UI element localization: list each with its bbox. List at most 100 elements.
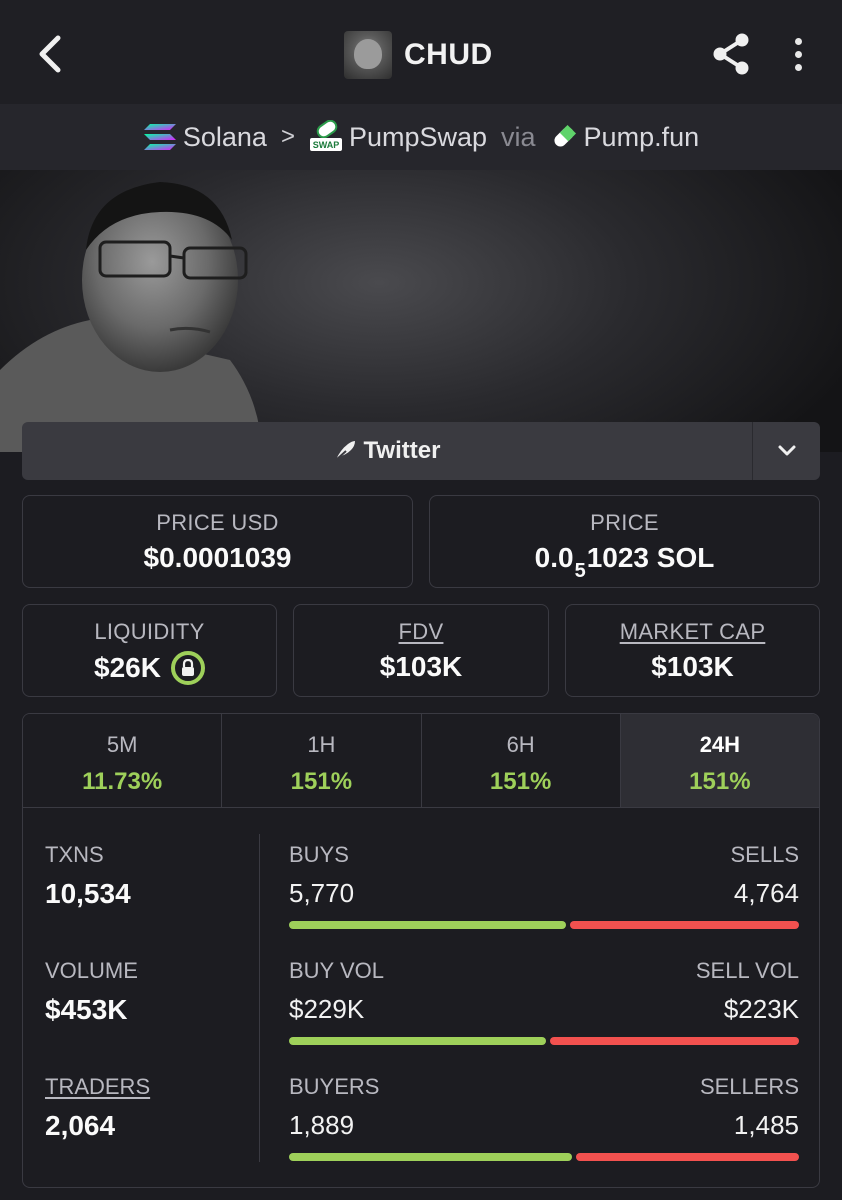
price-usd-card: PRICE USD $0.0001039 [22, 495, 413, 588]
buys-sells-row: BUYS SELLS 5,770 4,764 [289, 842, 799, 929]
top-bar: CHUD [0, 0, 842, 104]
fdv-value: $103K [379, 651, 463, 682]
buy-vol-label: BUY VOL [289, 958, 384, 983]
buys-sells-ratio-bar [289, 921, 799, 929]
launchpad-label: Pump.fun [583, 121, 700, 152]
breadcrumb: Solana > SWAP PumpSwap via Pump.fun [0, 104, 842, 170]
sell-vol-value: $223K [723, 994, 799, 1024]
buy-share-bar [289, 921, 567, 929]
buyers-value: 1,889 [289, 1110, 355, 1140]
tab-change: 151% [689, 768, 751, 795]
tab-change: 151% [489, 768, 552, 795]
fdv-label[interactable]: FDV [294, 619, 548, 645]
twitter-button[interactable]: Twitter [22, 422, 752, 480]
txns-label: TXNS [45, 842, 104, 867]
back-button[interactable] [26, 28, 74, 80]
pill-icon [554, 124, 576, 147]
solana-icon [143, 124, 176, 150]
sells-label: SELLS [730, 842, 800, 867]
via-label: via [501, 121, 536, 152]
sell-share-bar [570, 921, 799, 929]
share-icon [713, 33, 749, 75]
liquidity-value: $26K [94, 652, 161, 683]
price-sol-suffix: 1023 SOL [586, 542, 715, 573]
buyers-sellers-row: BUYERS SELLERS 1,889 1,485 [289, 1074, 799, 1161]
tab-6h[interactable]: 6H 151% [421, 714, 621, 807]
volume-value: $453K [45, 994, 128, 1025]
volume-label: VOLUME [45, 958, 138, 983]
traders-value: 2,064 [45, 1110, 116, 1141]
tab-change: 151% [290, 768, 353, 795]
volume-stat: VOLUME $453K [45, 958, 138, 1026]
lock-icon [181, 659, 194, 676]
price-usd-label: PRICE USD [156, 510, 279, 535]
price-sol-zero-count: 5 [574, 560, 586, 582]
market-cap-value: $103K [651, 651, 734, 682]
tab-5m[interactable]: 5M 11.73% [23, 714, 223, 807]
price-usd-value: $0.0001039 [143, 542, 292, 573]
buyers-label: BUYERS [289, 1074, 380, 1099]
tab-label: 5M [106, 732, 138, 757]
token-avatar [344, 31, 392, 79]
sellers-label: SELLERS [699, 1074, 799, 1099]
buyers-ratio-bar [289, 1153, 799, 1161]
social-links-bar: Twitter [22, 422, 820, 480]
buys-value: 5,770 [289, 878, 355, 908]
breadcrumb-chain[interactable]: Solana [143, 122, 267, 153]
tab-change: 11.73% [82, 768, 163, 795]
twitter-feather-icon [334, 441, 355, 461]
volume-ratio-bar [289, 1037, 799, 1045]
more-dot-icon [794, 37, 802, 45]
liquidity-lock-icon[interactable] [170, 651, 205, 685]
traders-stat[interactable]: TRADERS 2,064 [45, 1074, 150, 1142]
dex-label: PumpSwap [348, 121, 488, 152]
timeframe-tabs: 5M 11.73% 1H 151% 6H 151% 24H 151% [22, 713, 820, 808]
portrait-illustration [0, 182, 262, 452]
pumpswap-badge-text: SWAP [313, 140, 340, 150]
price-sol-value: 0.0 5 1023 SOL [430, 542, 819, 582]
token-banner-image [0, 170, 842, 452]
stats-divider [259, 834, 260, 1162]
traders-label[interactable]: TRADERS [45, 1074, 150, 1100]
sellers-value: 1,485 [733, 1110, 799, 1140]
price-sol-prefix: 0.0 [534, 542, 574, 573]
tab-label: 1H [307, 732, 336, 757]
fdv-card[interactable]: FDV $103K [293, 604, 549, 697]
market-cap-card[interactable]: MARKET CAP $103K [565, 604, 820, 697]
token-name: CHUD [404, 38, 493, 71]
tab-label: 6H [506, 732, 535, 757]
trading-stats-panel: TXNS 10,534 VOLUME $453K TRADERS 2,064 B… [22, 808, 820, 1188]
breadcrumb-dex[interactable]: SWAP PumpSwap [309, 120, 487, 154]
buy-vol-value: $229K [289, 994, 365, 1024]
buyers-share-bar [289, 1153, 573, 1161]
more-dot-icon [794, 50, 802, 58]
sell-vol-label: SELL VOL [695, 958, 799, 983]
liquidity-row: $26K [23, 651, 276, 685]
buys-label: BUYS [289, 842, 349, 867]
txns-stat: TXNS 10,534 [45, 842, 131, 910]
sells-value: 4,764 [733, 878, 799, 908]
more-dot-icon [794, 63, 802, 71]
tab-1h[interactable]: 1H 151% [222, 714, 422, 807]
buy-vol-share-bar [289, 1037, 546, 1045]
social-dropdown-button[interactable] [752, 422, 820, 480]
liquidity-label: LIQUIDITY [94, 619, 205, 644]
sell-vol-share-bar [549, 1037, 799, 1045]
twitter-label: Twitter [363, 437, 441, 464]
more-options-button[interactable] [780, 30, 816, 78]
txns-value: 10,534 [45, 878, 131, 909]
token-title: CHUD [344, 30, 493, 80]
breadcrumb-launchpad[interactable]: Pump.fun [550, 121, 700, 153]
tab-24h[interactable]: 24H 151% [620, 714, 819, 807]
breadcrumb-separator: > [280, 123, 295, 150]
tab-label: 24H [699, 732, 741, 757]
chain-label: Solana [182, 121, 267, 152]
market-cap-label[interactable]: MARKET CAP [566, 619, 819, 645]
sellers-share-bar [576, 1153, 799, 1161]
volume-split-row: BUY VOL SELL VOL $229K $223K [289, 958, 799, 1045]
pumpswap-icon: SWAP [309, 120, 342, 151]
chevron-left-icon [39, 35, 61, 73]
share-button[interactable] [708, 30, 756, 78]
price-sol-card: PRICE 0.0 5 1023 SOL [429, 495, 820, 588]
chevron-down-icon [778, 445, 795, 456]
